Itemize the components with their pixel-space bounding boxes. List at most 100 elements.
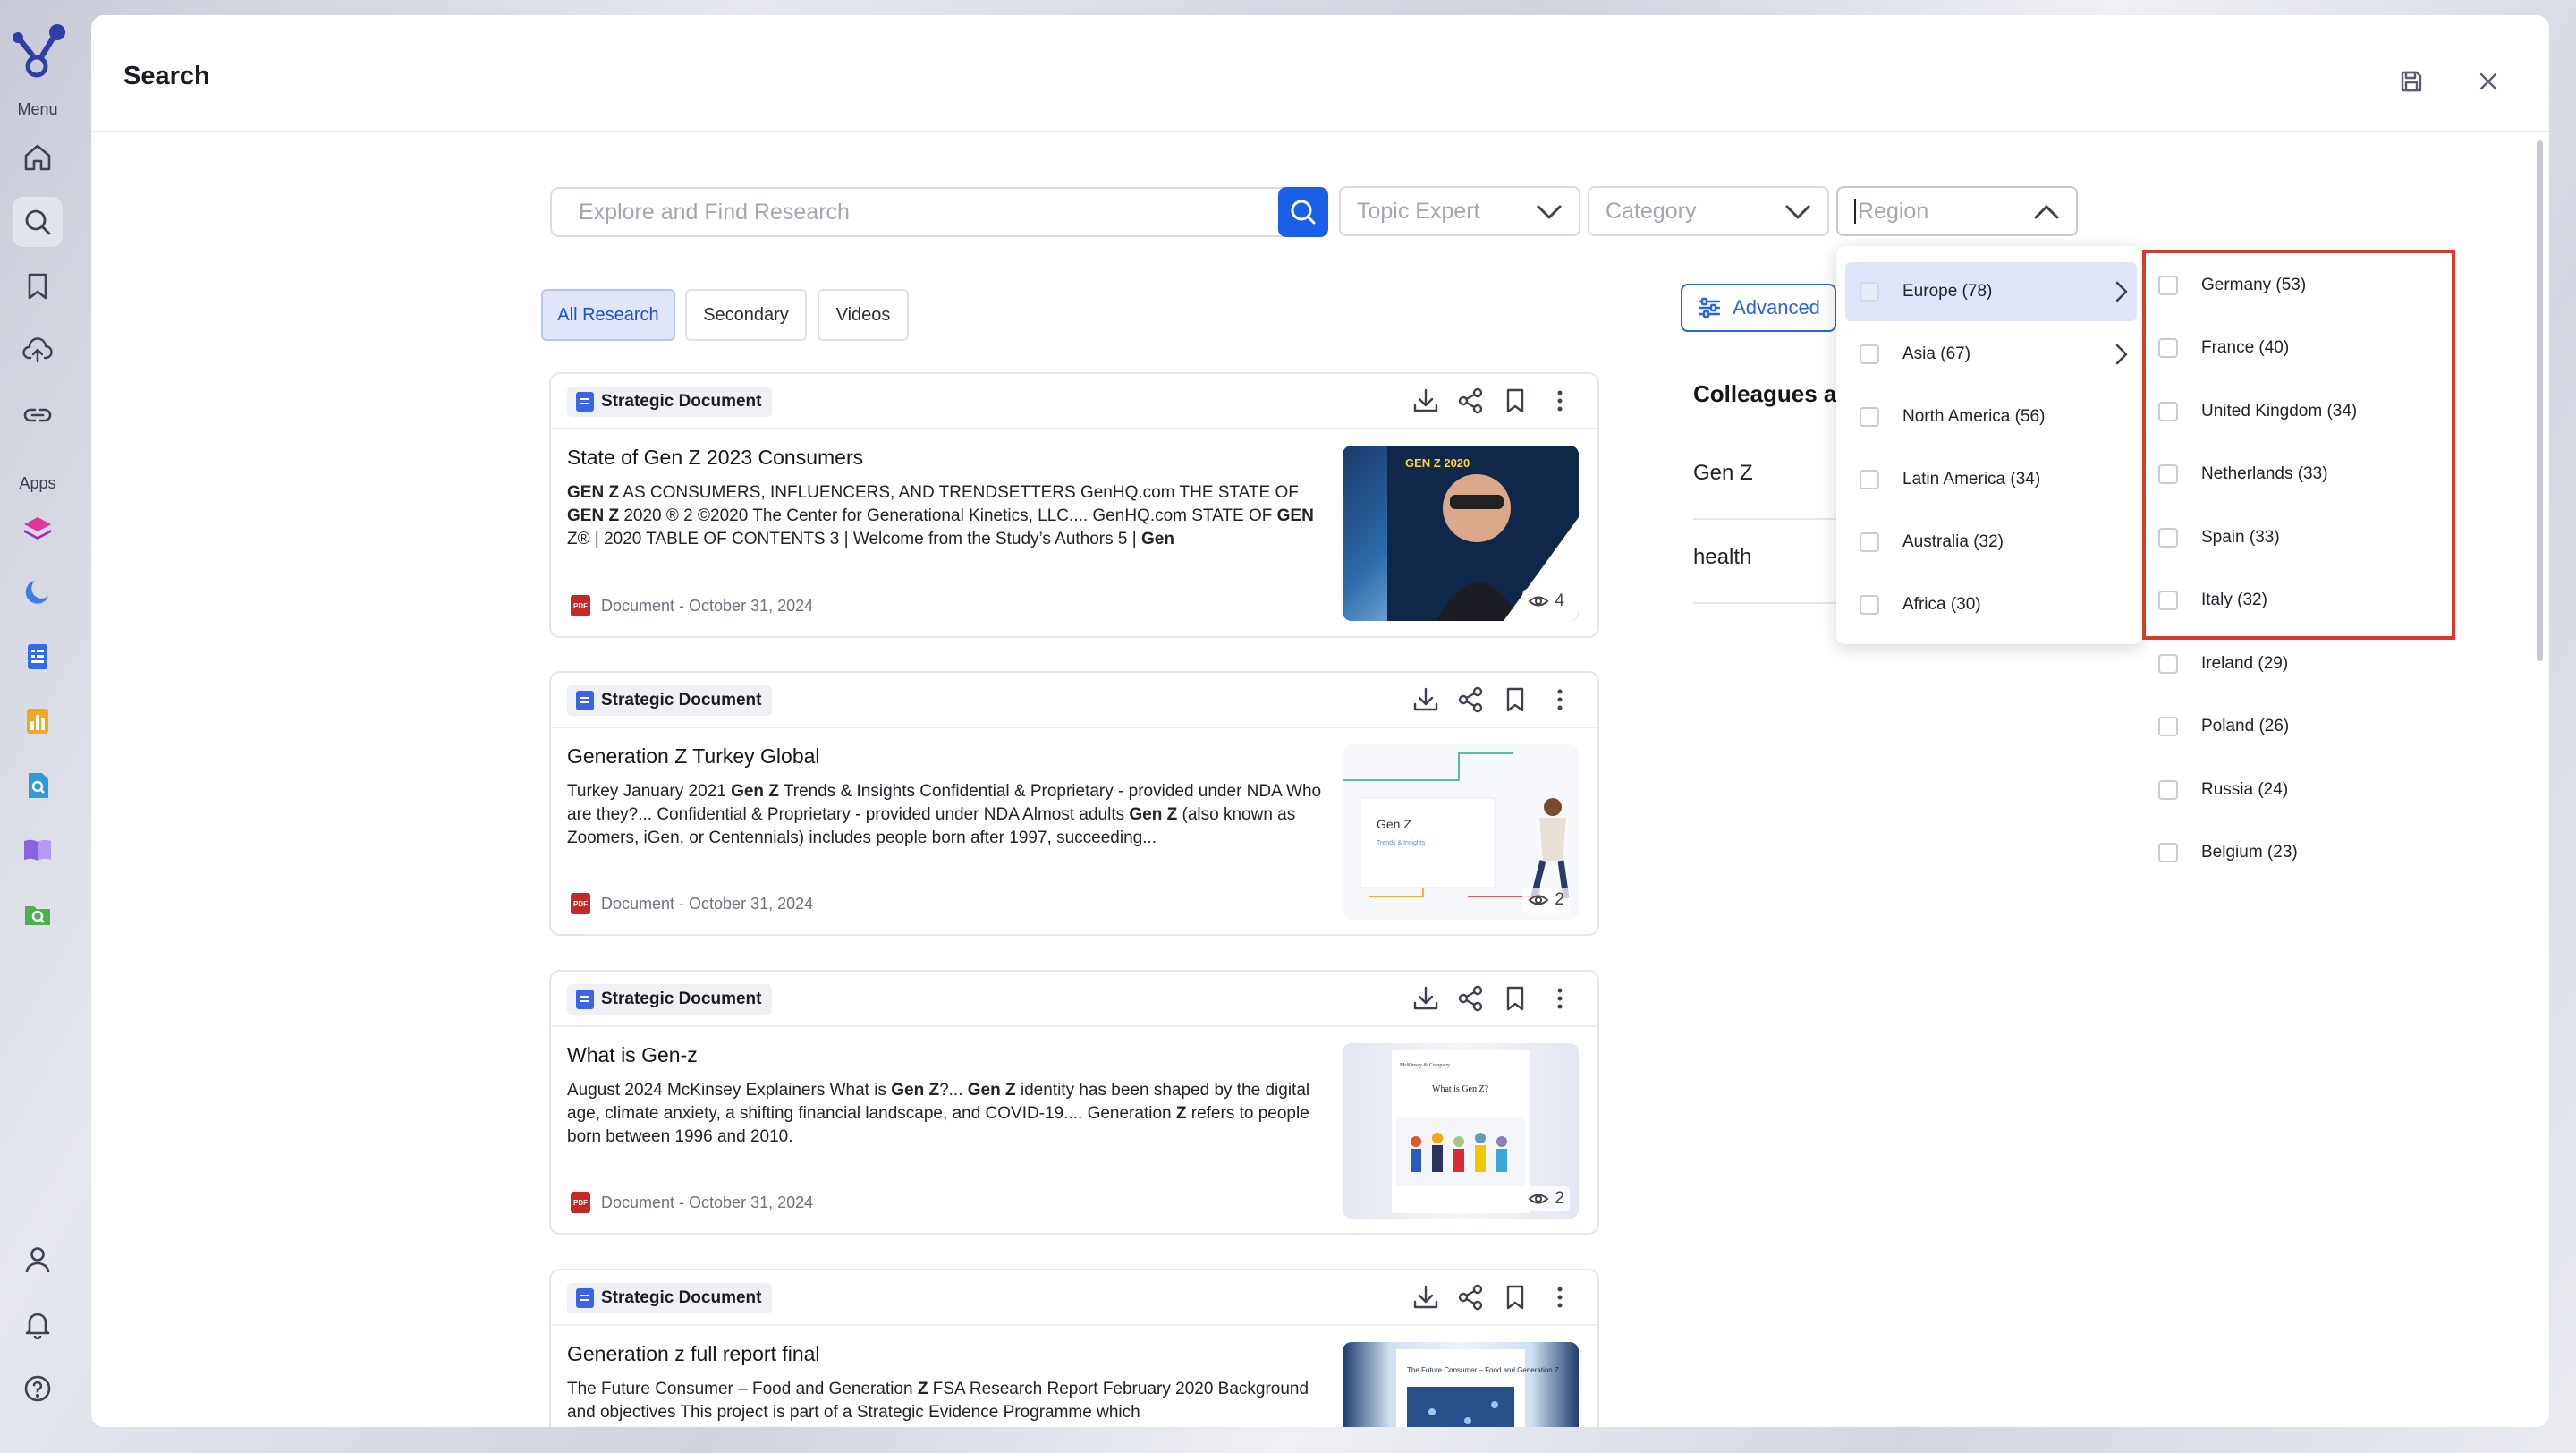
region-option-africa[interactable]: Africa (30) xyxy=(1845,575,2137,634)
more-options-button[interactable] xyxy=(1544,1281,1576,1313)
region-option-latin-america[interactable]: Latin America (34) xyxy=(1845,450,2137,509)
region-option-asia[interactable]: Asia (67) xyxy=(1845,325,2137,384)
app-layers[interactable] xyxy=(13,503,63,553)
checkbox[interactable] xyxy=(1860,532,1879,552)
eye-icon xyxy=(1528,596,1549,607)
region-option-north-america[interactable]: North America (56) xyxy=(1845,387,2137,446)
pdf-icon: PDF xyxy=(571,1192,590,1213)
result-thumbnail[interactable]: The Future Consumer – Food and Generatio… xyxy=(1343,1342,1579,1427)
checkbox[interactable] xyxy=(1860,470,1879,489)
country-option[interactable]: Belgium (23) xyxy=(2158,835,2298,871)
colleague-topic[interactable]: Gen Z xyxy=(1693,461,1753,486)
rail-profile[interactable] xyxy=(13,1235,63,1285)
document-icon xyxy=(576,990,594,1009)
result-title[interactable]: What is Gen-z xyxy=(567,1043,698,1067)
result-title[interactable]: State of Gen Z 2023 Consumers xyxy=(567,446,863,470)
download-button[interactable] xyxy=(1410,684,1442,716)
rail-upload[interactable] xyxy=(13,326,63,376)
result-card[interactable]: Strategic Document What is Gen-z August … xyxy=(549,970,1599,1235)
bookmark-button[interactable] xyxy=(1499,684,1531,716)
region-select[interactable]: Region xyxy=(1836,186,2078,236)
share-button[interactable] xyxy=(1454,684,1487,716)
app-file-search[interactable] xyxy=(13,760,63,811)
document-type-tag: Strategic Document xyxy=(567,685,773,716)
search-input[interactable] xyxy=(552,189,1284,235)
colleague-topic[interactable]: health xyxy=(1693,545,1751,570)
checkbox[interactable] xyxy=(2158,591,2178,610)
checkbox[interactable] xyxy=(2158,528,2178,548)
region-option-australia[interactable]: Australia (32) xyxy=(1845,513,2137,572)
app-analytics[interactable] xyxy=(13,696,63,746)
advanced-button[interactable]: Advanced xyxy=(1681,284,1836,332)
search-button[interactable] xyxy=(1278,187,1328,237)
checkbox[interactable] xyxy=(2158,464,2178,484)
country-option[interactable]: Spain (33) xyxy=(2158,520,2280,556)
tab-videos[interactable]: Videos xyxy=(818,289,909,341)
vertical-scrollbar[interactable] xyxy=(2537,140,2543,661)
card-actions xyxy=(1410,684,1576,716)
result-thumbnail[interactable]: GEN Z 2020 4 xyxy=(1343,446,1579,621)
share-button[interactable] xyxy=(1454,982,1487,1015)
view-count-value: 2 xyxy=(1555,1189,1564,1208)
checkbox[interactable] xyxy=(2158,717,2178,736)
rail-search[interactable] xyxy=(13,197,63,247)
checkbox[interactable] xyxy=(2158,780,2178,800)
category-select[interactable]: Category xyxy=(1588,186,1829,236)
result-title[interactable]: Generation Z Turkey Global xyxy=(567,744,820,769)
result-title[interactable]: Generation z full report final xyxy=(567,1342,820,1366)
topic-expert-select[interactable]: Topic Expert xyxy=(1339,186,1580,236)
checkbox[interactable] xyxy=(1860,407,1879,427)
close-button[interactable] xyxy=(2470,64,2506,99)
country-option[interactable]: Poland (26) xyxy=(2158,709,2289,744)
topic-expert-placeholder: Topic Expert xyxy=(1357,198,1480,224)
rail-home[interactable] xyxy=(13,132,63,183)
checkbox[interactable] xyxy=(2158,338,2178,358)
thumbnail-image: The Future Consumer – Food and Generatio… xyxy=(1396,1349,1559,1427)
tab-secondary[interactable]: Secondary xyxy=(685,289,807,341)
result-card[interactable]: Strategic Document State of Gen Z 2023 C… xyxy=(549,372,1599,638)
country-option[interactable]: Ireland (29) xyxy=(2158,646,2288,682)
checkbox[interactable] xyxy=(1860,282,1879,302)
more-options-button[interactable] xyxy=(1544,385,1576,417)
region-option-europe[interactable]: Europe (78) xyxy=(1845,262,2137,321)
share-button[interactable] xyxy=(1454,385,1487,417)
eye-icon xyxy=(1528,1194,1549,1204)
checkbox[interactable] xyxy=(1860,344,1879,364)
bookmark-button[interactable] xyxy=(1499,982,1531,1015)
country-option[interactable]: United Kingdom (34) xyxy=(2158,394,2357,429)
more-options-button[interactable] xyxy=(1544,684,1576,716)
share-button[interactable] xyxy=(1454,1281,1487,1313)
app-book[interactable] xyxy=(13,825,63,875)
country-option[interactable]: Germany (53) xyxy=(2158,268,2306,303)
checkbox[interactable] xyxy=(2158,402,2178,421)
rail-notifications[interactable] xyxy=(13,1299,63,1349)
checkbox[interactable] xyxy=(1860,595,1879,615)
country-option[interactable]: Italy (32) xyxy=(2158,582,2267,618)
app-folder-search[interactable] xyxy=(13,889,63,939)
country-option[interactable]: Russia (24) xyxy=(2158,772,2288,808)
more-options-button[interactable] xyxy=(1544,982,1576,1015)
rail-links[interactable] xyxy=(13,390,63,440)
app-moon[interactable] xyxy=(13,567,63,617)
tab-all-research[interactable]: All Research xyxy=(541,289,675,341)
save-button[interactable] xyxy=(2394,64,2429,99)
app-logo-icon[interactable] xyxy=(7,21,68,82)
bookmark-button[interactable] xyxy=(1499,1281,1531,1313)
result-thumbnail[interactable]: McKinsey & Company What is Gen Z? 2 xyxy=(1343,1043,1579,1219)
result-thumbnail[interactable]: Gen Z Trends & Insights 2 xyxy=(1343,744,1579,920)
country-option[interactable]: France (40) xyxy=(2158,330,2289,366)
rail-bookmarks[interactable] xyxy=(13,261,63,311)
app-document[interactable] xyxy=(13,632,63,682)
search-icon xyxy=(1291,200,1316,225)
download-button[interactable] xyxy=(1410,1281,1442,1313)
checkbox[interactable] xyxy=(2158,843,2178,862)
download-button[interactable] xyxy=(1410,982,1442,1015)
rail-help[interactable] xyxy=(13,1364,63,1414)
download-button[interactable] xyxy=(1410,385,1442,417)
country-option[interactable]: Netherlands (33) xyxy=(2158,456,2328,492)
result-card[interactable]: Strategic Document Generation Z Turkey G… xyxy=(549,671,1599,936)
checkbox[interactable] xyxy=(2158,654,2178,674)
bookmark-button[interactable] xyxy=(1499,385,1531,417)
checkbox[interactable] xyxy=(2158,276,2178,295)
result-card[interactable]: Strategic Document Generation z full rep… xyxy=(549,1269,1599,1427)
